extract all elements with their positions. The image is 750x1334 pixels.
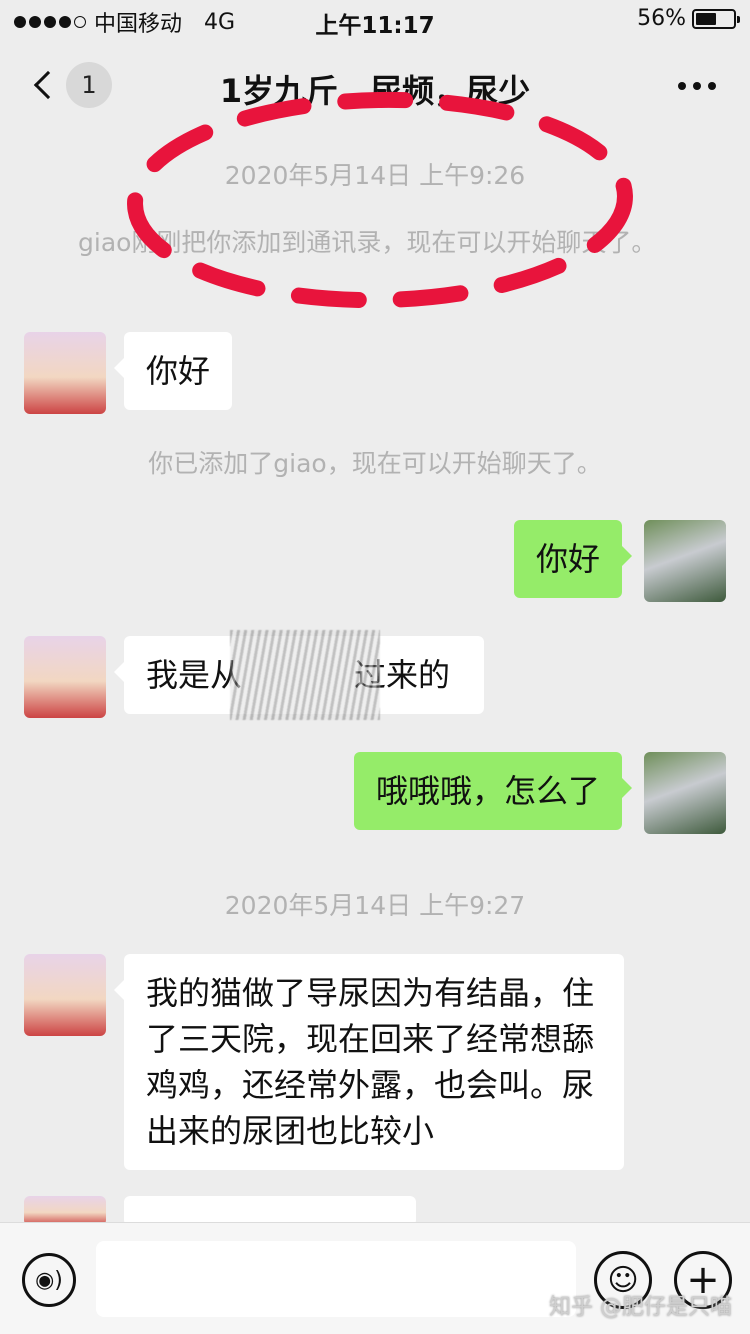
watermark: 知乎 @肥仔是只喵 [549,1295,732,1320]
system-message: 你已添加了giao，现在可以开始聊天了。 [148,449,602,478]
contact-avatar[interactable] [24,332,106,414]
voice-icon[interactable]: ◉) [22,1253,76,1307]
message-bubble-outgoing[interactable]: 哦哦哦，怎么了 [353,752,633,830]
message-input[interactable] [96,1241,576,1317]
my-avatar[interactable] [644,520,726,602]
annotation-oval [127,91,633,309]
message-bubble-incoming[interactable]: 你好 [113,332,233,410]
message-text: 我是从 [146,656,243,694]
message-bubble-outgoing[interactable]: 你好 [513,520,633,598]
contact-avatar[interactable] [24,636,106,718]
redaction-scribble [230,630,380,720]
my-avatar[interactable] [644,752,726,834]
input-bar: ◉) ☺ + 知乎 @肥仔是只喵 [0,1222,750,1334]
contact-avatar[interactable] [24,954,106,1036]
message-bubble-incoming[interactable]: 我的猫做了导尿因为有结晶，住了三天院，现在回来了经常想舔鸡鸡，还经常外露，也会叫… [114,954,624,1170]
timestamp: 2020年5月14日 上午9:27 [224,891,526,920]
